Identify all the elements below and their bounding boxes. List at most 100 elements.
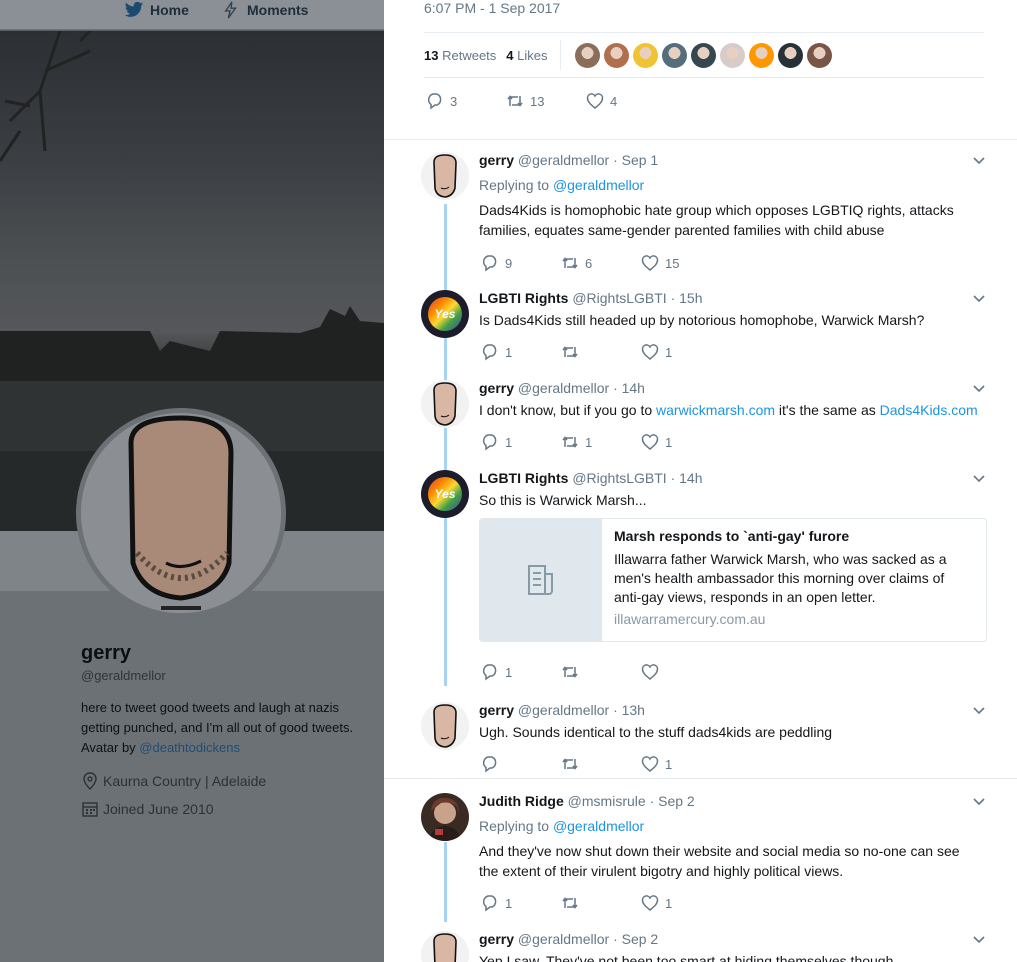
tweet-time[interactable]: · Sep 2	[650, 793, 695, 809]
tweet-time[interactable]: · 14h	[613, 380, 645, 396]
tweet-link[interactable]: Dads4Kids.com	[880, 402, 978, 418]
nav-home[interactable]: Home	[124, 0, 189, 20]
chevron-down-icon[interactable]	[972, 933, 986, 947]
author-handle[interactable]: @RightsLGBTI	[572, 290, 666, 306]
reply-button[interactable]: 1	[481, 661, 561, 683]
tweet-text: So this is Warwick Marsh...	[479, 492, 647, 508]
liker-avatar[interactable]	[661, 42, 687, 68]
tweet-text: I don't know, but if you go to warwickma…	[479, 400, 979, 420]
retweets-stat[interactable]: 13 Retweets	[424, 48, 496, 63]
tweet-header: LGBTI Rights @RightsLGBTI · 14h	[479, 470, 703, 486]
tweet-text: Ugh. Sounds identical to the stuff dads4…	[479, 724, 833, 740]
author-name[interactable]: LGBTI Rights	[479, 290, 568, 306]
avatar[interactable]	[421, 793, 469, 841]
author-name[interactable]: gerry	[479, 152, 514, 168]
likes-stat[interactable]: 4 Likes	[506, 48, 547, 63]
heart-icon	[641, 664, 659, 680]
author-handle[interactable]: @geraldmellor	[518, 931, 609, 947]
retweet-button[interactable]: 13	[506, 90, 586, 112]
liker-avatar[interactable]	[574, 42, 600, 68]
replying-to-link[interactable]: @geraldmellor	[553, 177, 644, 193]
chevron-down-icon[interactable]	[972, 154, 986, 168]
liker-avatar[interactable]	[719, 42, 745, 68]
reply-button[interactable]	[481, 753, 561, 775]
tweet-time[interactable]: · 15h	[671, 290, 703, 306]
chevron-down-icon[interactable]	[972, 795, 986, 809]
profile-joined: Joined June 2010	[81, 800, 214, 818]
location-pin-icon	[83, 772, 97, 790]
liker-avatar[interactable]	[806, 42, 832, 68]
reply-icon	[482, 756, 497, 773]
chevron-down-icon[interactable]	[972, 382, 986, 396]
retweet-button[interactable]	[561, 892, 641, 914]
author-name[interactable]: Judith Ridge	[479, 793, 564, 809]
author-handle[interactable]: @RightsLGBTI	[572, 470, 666, 486]
retweet-button[interactable]: 1	[561, 431, 641, 453]
reply-count: 1	[505, 664, 513, 680]
author-handle[interactable]: @geraldmellor	[518, 380, 609, 396]
chevron-down-icon[interactable]	[972, 704, 986, 718]
liker-avatar[interactable]	[632, 42, 658, 68]
tweet-link[interactable]: warwickmarsh.com	[656, 402, 775, 418]
tweet-time[interactable]: · 13h	[613, 702, 645, 718]
author-name[interactable]: LGBTI Rights	[479, 470, 568, 486]
avatar[interactable]	[421, 931, 469, 962]
tweet-header: gerry @geraldmellor · Sep 2	[479, 931, 658, 947]
author-name[interactable]: gerry	[479, 702, 514, 718]
tweet-timestamp[interactable]: 6:07 PM - 1 Sep 2017	[424, 0, 560, 16]
avatar[interactable]: Yes	[421, 470, 469, 518]
divider	[384, 778, 1017, 779]
tweet-time[interactable]: · Sep 2	[613, 931, 658, 947]
liker-avatar[interactable]	[777, 42, 803, 68]
reply-button[interactable]: 1	[481, 431, 561, 453]
retweet-icon	[507, 95, 523, 107]
like-button[interactable]: 1	[641, 753, 721, 775]
author-handle[interactable]: @msmisrule	[568, 793, 646, 809]
retweet-button[interactable]	[561, 753, 641, 775]
link-card[interactable]: Marsh responds to `anti-gay' furore Illa…	[479, 518, 987, 642]
chevron-down-icon[interactable]	[972, 472, 986, 486]
like-button[interactable]: 1	[641, 431, 721, 453]
avatar[interactable]	[421, 380, 469, 428]
reply-button[interactable]: 9	[481, 252, 561, 274]
liker-avatar[interactable]	[748, 42, 774, 68]
avatar[interactable]	[421, 702, 469, 750]
author-name[interactable]: gerry	[479, 380, 514, 396]
stat-divider	[559, 40, 561, 70]
face-avatar-icon	[421, 152, 469, 200]
liker-avatar[interactable]	[603, 42, 629, 68]
liker-avatar[interactable]	[690, 42, 716, 68]
profile-location-text: Kaurna Country | Adelaide	[103, 773, 267, 789]
thread-connector	[444, 204, 447, 686]
like-button[interactable]	[641, 661, 721, 683]
author-name[interactable]: gerry	[479, 931, 514, 947]
reply-button[interactable]: 1	[481, 892, 561, 914]
retweet-button[interactable]	[561, 661, 641, 683]
face-avatar-icon	[81, 413, 281, 613]
retweet-button[interactable]	[561, 341, 641, 363]
like-button[interactable]: 15	[641, 252, 721, 274]
retweet-button[interactable]: 6	[561, 252, 641, 274]
tweet-actions: 9 6 15	[481, 252, 721, 274]
author-handle[interactable]: @geraldmellor	[518, 702, 609, 718]
nav-moments[interactable]: Moments	[221, 0, 308, 20]
tweet-time[interactable]: · 14h	[671, 470, 703, 486]
reply-button[interactable]: 3	[426, 90, 506, 112]
tweet-time[interactable]: · Sep 1	[613, 152, 658, 168]
author-handle[interactable]: @geraldmellor	[518, 152, 609, 168]
like-count: 1	[665, 344, 673, 360]
profile-bio-link[interactable]: @deathtodickens	[139, 740, 240, 755]
chevron-down-icon[interactable]	[972, 292, 986, 306]
avatar[interactable]: Yes	[421, 290, 469, 338]
avatar[interactable]	[421, 152, 469, 200]
rainbow-yes-avatar-icon: Yes	[421, 470, 469, 518]
reply-button[interactable]: 1	[481, 341, 561, 363]
profile-avatar[interactable]	[76, 408, 286, 618]
replying-to-link[interactable]: @geraldmellor	[553, 818, 644, 834]
reply-count: 3	[450, 93, 458, 109]
tweet-actions: 3 13 4	[426, 90, 666, 112]
like-button[interactable]: 1	[641, 892, 721, 914]
like-button[interactable]: 4	[586, 90, 666, 112]
profile-bio: here to tweet good tweets and laugh at n…	[81, 698, 371, 758]
like-button[interactable]: 1	[641, 341, 721, 363]
